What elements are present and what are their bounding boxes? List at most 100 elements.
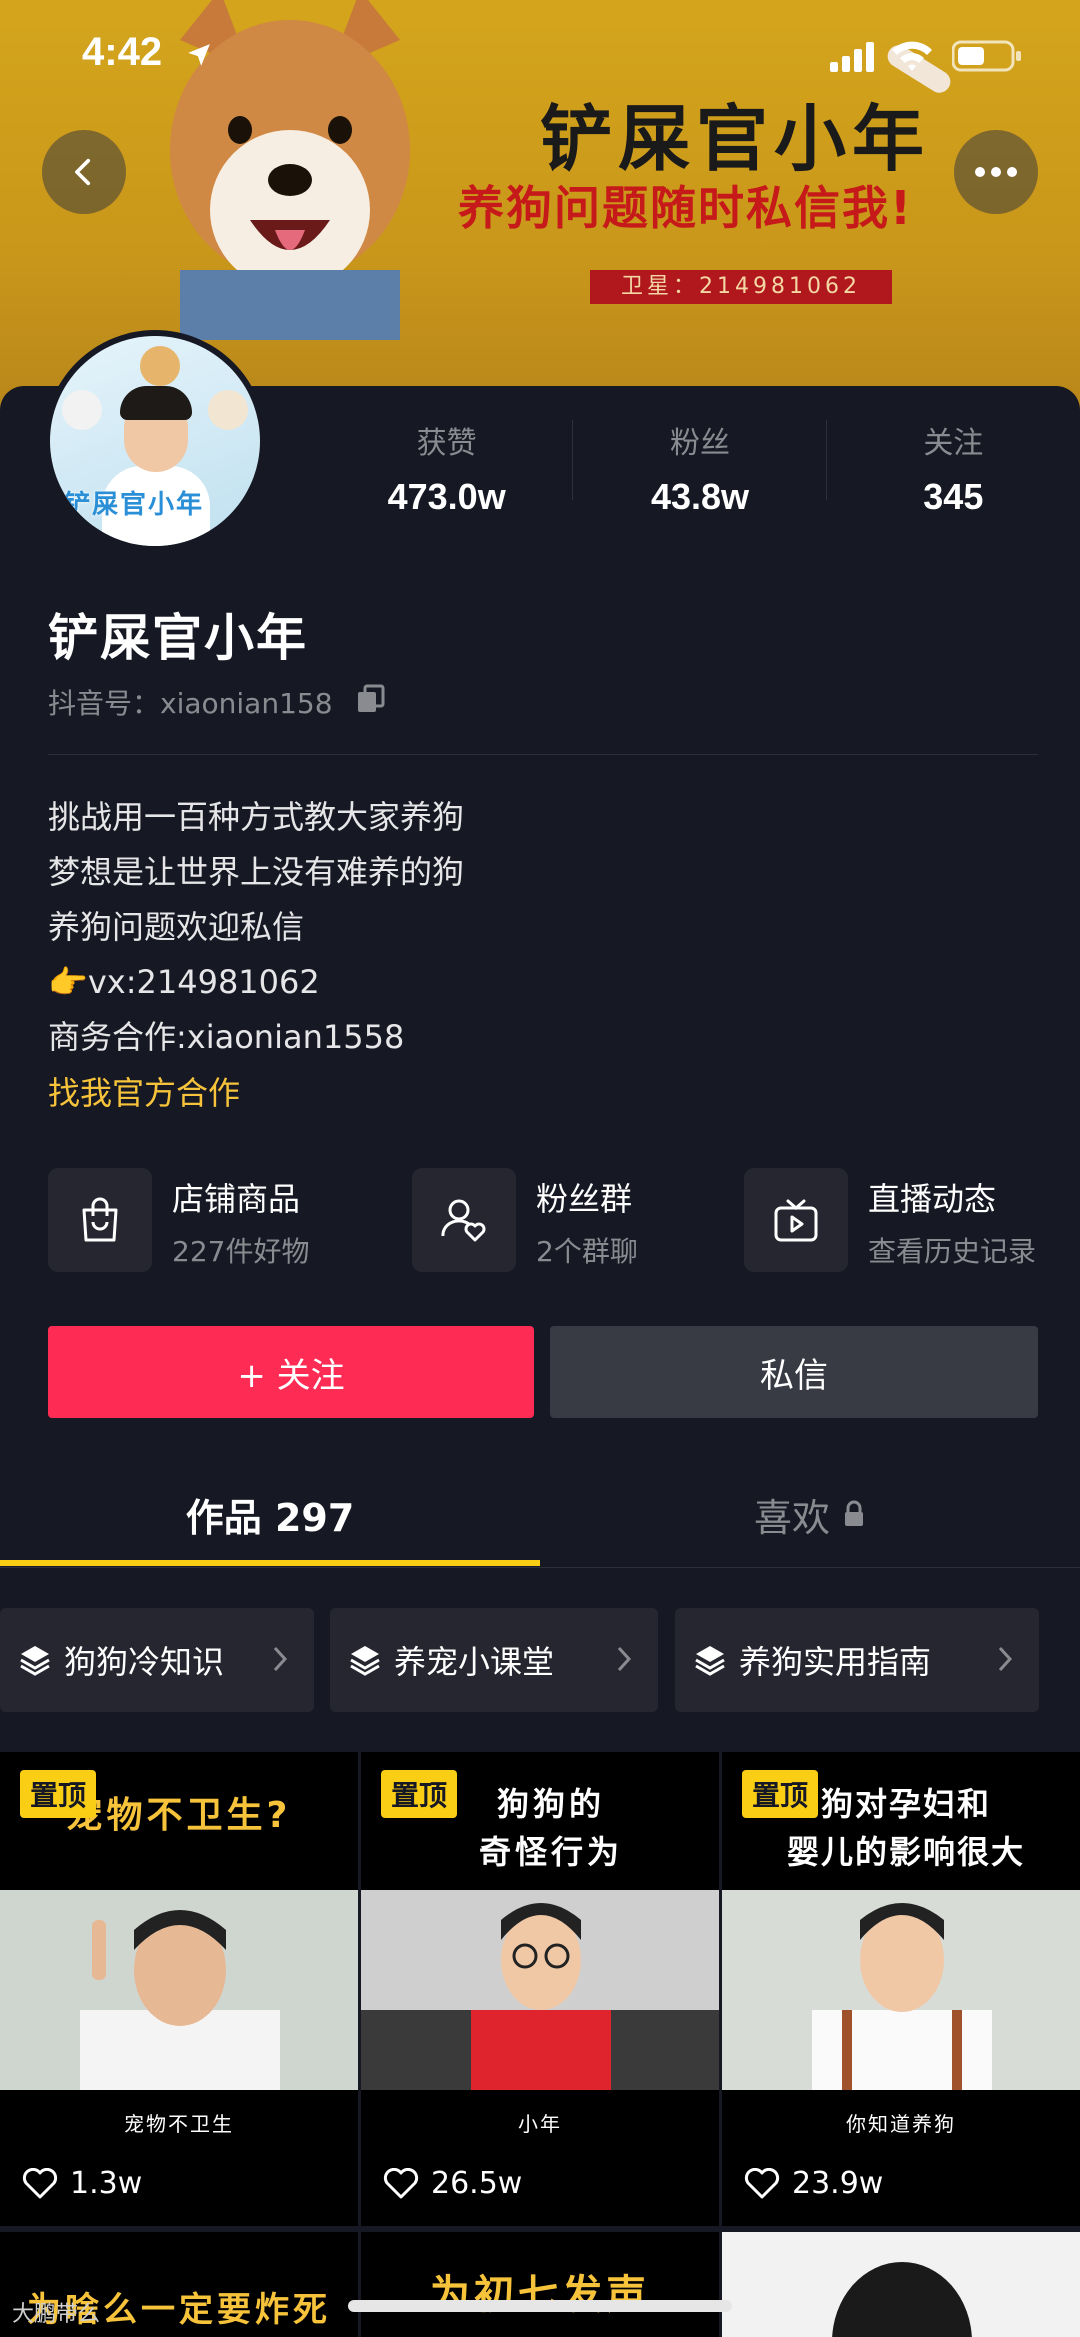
feature-shop[interactable]: 店铺商品 227件好物 (48, 1168, 309, 1274)
tab-likes[interactable]: 喜欢 (540, 1460, 1080, 1568)
stat-following[interactable]: 关注 345 (827, 410, 1080, 520)
home-indicator[interactable] (348, 2300, 732, 2312)
heart-icon (744, 2167, 780, 2198)
pinned-badge: 置顶 (20, 1770, 97, 1818)
shopping-bag-icon (82, 1197, 118, 1242)
profile-uid: 抖音号：xiaonian158 (48, 687, 333, 720)
avatar-dog-decoration (208, 390, 248, 430)
video-thumbnail[interactable]: 狗狗的 奇怪行为 置顶 小年 26.5w (361, 1752, 719, 2226)
watermark: 大鹏带么 (12, 2296, 100, 2328)
watermark-text: 大鹏带么 (12, 2302, 101, 2327)
back-button[interactable] (42, 130, 126, 214)
message-button[interactable]: 私信 (550, 1326, 1038, 1418)
stat-label: 获赞 (416, 426, 477, 461)
bio-line: 养狗问题欢迎私信 (48, 908, 305, 946)
stat-value: 473.0w (387, 476, 506, 517)
avatar-dog-decoration (140, 346, 180, 386)
collection-label: 养狗实用指南 (739, 1643, 932, 1681)
lock-icon (845, 1500, 863, 1526)
video-thumbnail[interactable]: 狗对孕妇和 婴儿的影响很大 置顶 你知道养狗 23.9w (722, 1752, 1080, 2226)
feature-title: 直播动态 (868, 1180, 997, 1218)
copy-icon[interactable] (354, 682, 388, 716)
chevron-right-icon (617, 1646, 632, 1672)
pinned-badge: 置顶 (381, 1770, 458, 1818)
bio-line-vx: 👉vx:214981062 (48, 955, 464, 1010)
video-photo (832, 2262, 972, 2337)
video-photo (361, 1890, 719, 2090)
like-count: 23.9w (792, 2166, 884, 2201)
collection-chip[interactable]: 狗狗冷知识 (0, 1608, 314, 1712)
section-divider (48, 754, 1038, 755)
video-top-caption: 狗狗的 奇怪行为 (478, 1785, 623, 1871)
banner-subtitle: 养狗问题随时私信我! (458, 181, 913, 235)
video-thumbnail[interactable]: 为初七发声 (361, 2232, 719, 2337)
video-likes: 23.9w (744, 2166, 883, 2201)
avatar-dog-decoration (62, 390, 102, 430)
video-thumbnail[interactable]: 宠物不卫生? 置顶 宠物不卫生 1.3w (0, 1752, 358, 2226)
feature-title: 粉丝群 (536, 1180, 633, 1218)
active-tab-indicator (0, 1560, 540, 1566)
chevron-right-icon (273, 1646, 288, 1672)
layers-icon (350, 1646, 380, 1676)
avatar-text: 铲屎官小年 (64, 490, 205, 520)
collection-chip[interactable]: 养宠小课堂 (330, 1608, 658, 1712)
stat-label: 关注 (923, 426, 984, 461)
pointing-hand-emoji: 👉 (48, 963, 88, 1001)
tab-label: 喜欢 (753, 1495, 830, 1540)
avatar-hair (120, 386, 192, 420)
profile-features: 店铺商品 227件好物 粉丝群 2个群聊 直播动态 查看历史记录 (48, 1168, 1080, 1274)
bio-line: 挑战用一百种方式教大家养狗 (48, 798, 465, 836)
pinned-badge: 置顶 (742, 1770, 819, 1818)
bio-line: 梦想是让世界上没有难养的狗 (48, 853, 465, 891)
follow-button[interactable]: + 关注 (48, 1326, 534, 1418)
bio-vx: vx:214981062 (87, 963, 320, 1001)
collection-chip[interactable]: 养狗实用指南 (675, 1608, 1039, 1712)
feature-icon-box (412, 1168, 516, 1272)
collection-label: 狗狗冷知识 (64, 1643, 225, 1681)
video-photo (0, 1890, 358, 2090)
video-thumbnail[interactable] (722, 2232, 1080, 2337)
stat-value: 345 (923, 476, 984, 517)
profile-stats: 获赞 473.0w 粉丝 43.8w 关注 345 (320, 410, 1080, 520)
avatar[interactable]: 铲屎官小年 (44, 330, 266, 552)
content-tabs: 作品 297 喜欢 (0, 1460, 1080, 1568)
layers-icon (20, 1646, 50, 1676)
fan-group-icon (441, 1199, 486, 1242)
tab-label: 作品 297 (185, 1495, 355, 1540)
tab-works[interactable]: 作品 297 (0, 1460, 540, 1568)
feature-subtitle: 查看历史记录 (868, 1235, 1037, 1268)
more-dots-icon (975, 167, 1017, 177)
video-sub-caption: 小年 (518, 2112, 562, 2136)
more-options-button[interactable] (954, 130, 1038, 214)
heart-icon (383, 2167, 419, 2198)
collection-label: 养宠小课堂 (394, 1643, 555, 1681)
video-photo (722, 1890, 1080, 2090)
video-likes: 1.3w (22, 2166, 142, 2201)
status-time: 4:42 (82, 30, 163, 74)
feature-live[interactable]: 直播动态 查看历史记录 (744, 1168, 1074, 1274)
like-count: 26.5w (431, 2166, 523, 2201)
collection-list: 狗狗冷知识 养宠小课堂 养狗实用指南 (0, 1608, 1080, 1712)
stat-followers[interactable]: 粉丝 43.8w (573, 410, 827, 520)
stat-likes[interactable]: 获赞 473.0w (320, 410, 574, 520)
feature-icon-box (744, 1168, 848, 1272)
banner-tag: 卫星：214981062 (590, 270, 892, 304)
feature-subtitle: 227件好物 (172, 1235, 310, 1268)
feature-fan-group[interactable]: 粉丝群 2个群聊 (412, 1168, 642, 1274)
like-count: 1.3w (70, 2166, 143, 2201)
feature-title: 店铺商品 (172, 1180, 301, 1218)
profile-bio: 挑战用一百种方式教大家养狗 梦想是让世界上没有难养的狗 养狗问题欢迎私信 👉vx… (48, 790, 464, 1065)
feature-icon-box (48, 1168, 152, 1272)
wifi-icon (892, 41, 932, 71)
video-likes: 26.5w (383, 2166, 522, 2201)
video-sub-caption: 宠物不卫生 (124, 2112, 234, 2136)
stat-label: 粉丝 (669, 426, 730, 461)
video-sub-caption: 你知道养狗 (846, 2112, 956, 2136)
battery-icon (952, 40, 1021, 72)
feature-subtitle: 2个群聊 (536, 1235, 638, 1268)
location-arrow-icon (188, 44, 210, 66)
stat-value: 43.8w (650, 476, 750, 517)
chevron-right-icon (998, 1646, 1013, 1672)
chevron-left-icon (75, 158, 91, 186)
official-cooperation-link[interactable]: 找我官方合作 (48, 1068, 240, 1114)
